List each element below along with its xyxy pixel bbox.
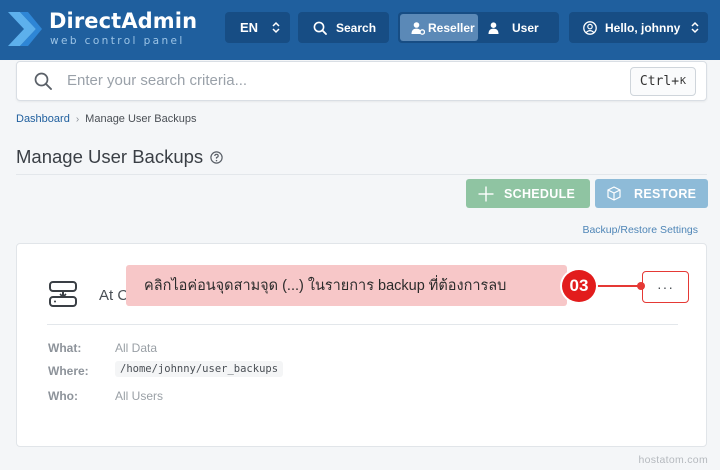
- title-divider: [16, 174, 707, 175]
- shortcut-main: Ctrl+: [639, 74, 680, 89]
- box-restore-icon: [607, 186, 621, 201]
- role-switcher: Reseller User: [398, 12, 559, 43]
- updown-chevron-icon: [272, 21, 280, 34]
- keyboard-shortcut-hint: Ctrl+ K: [630, 67, 696, 96]
- help-icon[interactable]: [210, 150, 223, 164]
- page-title-text: Manage User Backups: [16, 146, 204, 167]
- tutorial-callout: คลิกไอค่อนจุดสามจุด (...) ในรายการ backu…: [126, 265, 567, 306]
- logo-arrow-icon: [8, 12, 42, 46]
- updown-chevron-icon: [691, 21, 699, 34]
- plus-icon: [478, 186, 494, 201]
- detail-value-where: /home/johnny/user_backups: [115, 361, 284, 377]
- page-title: Manage User Backups: [16, 146, 223, 168]
- breadcrumb: Dashboard › Manage User Backups: [16, 113, 196, 125]
- card-divider: [47, 324, 678, 325]
- role-reseller-label: Reseller: [428, 20, 475, 35]
- backup-card-title: At C: [99, 287, 127, 304]
- chevron-right-icon: ›: [75, 113, 80, 125]
- user-circle-icon: [583, 20, 597, 35]
- search-input[interactable]: Enter your search criteria...: [67, 72, 247, 89]
- search-button[interactable]: Search: [298, 12, 389, 43]
- detail-value-who: All Users: [115, 389, 164, 403]
- top-navbar: DirectAdmin web control panel EN Search …: [0, 0, 720, 60]
- schedule-button[interactable]: SCHEDULE: [466, 179, 590, 208]
- language-selector[interactable]: EN: [225, 12, 290, 43]
- global-search-bar[interactable]: Enter your search criteria... Ctrl+ K: [16, 61, 707, 101]
- restore-label: RESTORE: [634, 186, 697, 201]
- logo-subtitle: web control panel: [50, 35, 185, 47]
- breadcrumb-current: Manage User Backups: [85, 113, 197, 125]
- more-options-button[interactable]: ···: [642, 271, 689, 303]
- detail-label-what: What:: [48, 341, 82, 355]
- callout-connector-dot: [637, 282, 645, 290]
- user-menu[interactable]: Hello, johnny: [569, 12, 708, 43]
- shortcut-key: K: [680, 76, 687, 87]
- watermark: hostatom.com: [638, 454, 708, 466]
- search-button-label: Search: [336, 20, 377, 35]
- role-user-label: User: [512, 20, 539, 35]
- user-gear-icon: [411, 21, 425, 35]
- user-greeting: Hello, johnny: [605, 20, 681, 35]
- schedule-label: SCHEDULE: [504, 186, 576, 201]
- search-icon: [34, 72, 52, 90]
- directadmin-logo[interactable]: DirectAdmin web control panel: [6, 8, 198, 50]
- detail-label-who: Who:: [48, 389, 78, 403]
- detail-value-what: All Data: [115, 341, 158, 355]
- user-icon: [488, 21, 499, 34]
- hard-drive-icon: [49, 281, 77, 307]
- detail-label-where: Where:: [48, 364, 89, 378]
- language-label: EN: [240, 20, 259, 35]
- search-icon: [313, 21, 327, 35]
- logo-title: DirectAdmin: [49, 9, 198, 33]
- backup-restore-settings-link[interactable]: Backup/Restore Settings: [582, 224, 698, 236]
- breadcrumb-dashboard-link[interactable]: Dashboard: [16, 113, 70, 125]
- role-tab-reseller[interactable]: Reseller: [400, 14, 478, 41]
- role-tab-user[interactable]: User: [482, 14, 557, 41]
- restore-button[interactable]: RESTORE: [595, 179, 708, 208]
- step-number-badge: 03: [560, 268, 598, 304]
